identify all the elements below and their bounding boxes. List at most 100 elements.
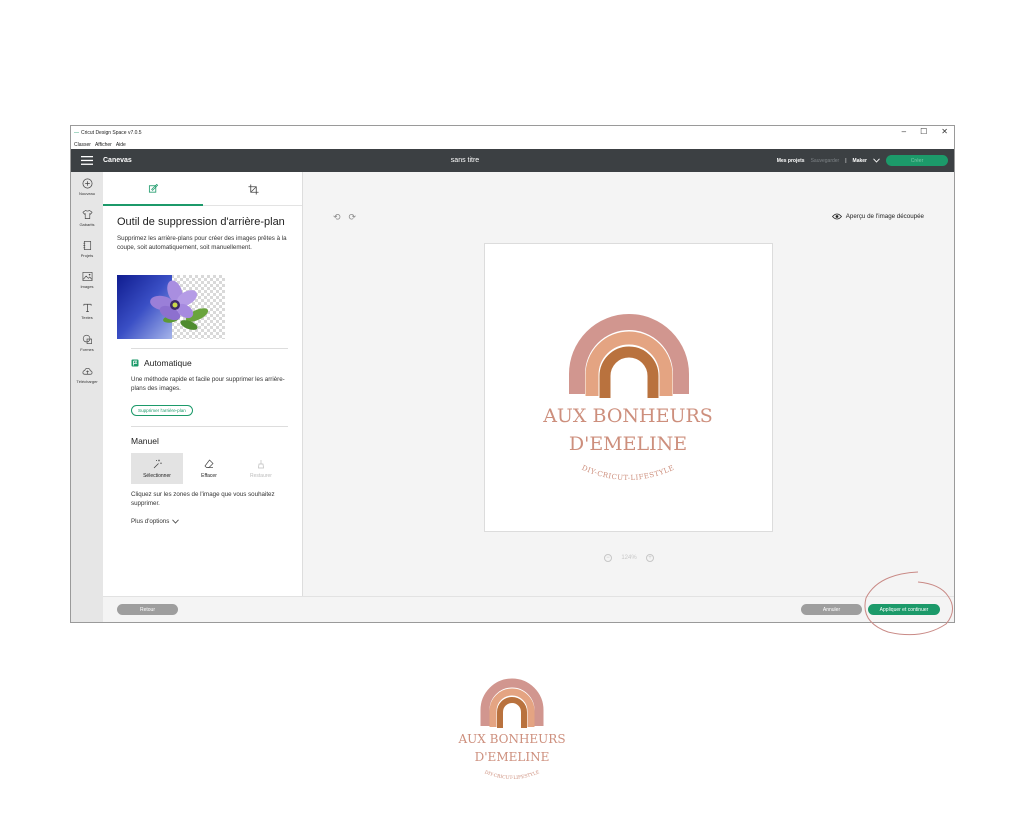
bottom-action-bar: Retour Annuler Appliquer et continuer bbox=[103, 596, 954, 622]
plus-icon bbox=[82, 178, 92, 189]
brand-logo-line2: D'EMELINE bbox=[475, 750, 550, 764]
document-title[interactable]: sans titre bbox=[425, 157, 505, 164]
cancel-button[interactable]: Annuler bbox=[801, 604, 862, 615]
panel-divider bbox=[131, 348, 288, 349]
brand-logo-tagline: DIY-CRICUT-LIFESTYLE bbox=[484, 769, 541, 781]
erase-tool-button[interactable]: Effacer bbox=[183, 453, 235, 484]
logo-image: AUX BONHEURS D'EMELINE DIY-CRICUT-LIFEST… bbox=[542, 314, 713, 482]
more-options-label: Plus d'options bbox=[131, 518, 170, 525]
panel-description: Supprimez les arrière-plans pour créer d… bbox=[117, 235, 287, 251]
rail-label: Nouveau bbox=[78, 191, 95, 196]
manual-tools: Sélectionner Effacer Restaurer bbox=[131, 453, 288, 484]
window-title: Cricut Design Space v7.0.5 bbox=[81, 130, 142, 136]
zoom-in-button[interactable]: + bbox=[645, 554, 654, 562]
shapes-icon bbox=[82, 334, 92, 344]
zoom-level: 124% bbox=[621, 555, 637, 561]
app-logo-icon: — bbox=[74, 130, 79, 136]
preview-link-label: Aperçu de l'image découpée bbox=[845, 213, 924, 220]
text-icon bbox=[82, 303, 92, 312]
maximize-button[interactable]: ☐ bbox=[920, 127, 927, 136]
machine-select[interactable]: Maker bbox=[853, 158, 867, 164]
app-header: Canevas sans titre Mes projets Sauvegard… bbox=[71, 149, 954, 172]
shirt-icon bbox=[81, 209, 93, 219]
redo-icon[interactable]: ⟳ bbox=[349, 212, 357, 223]
tool-label: Restaurer bbox=[250, 472, 272, 479]
more-options-toggle[interactable]: Plus d'options bbox=[131, 518, 180, 525]
back-button[interactable]: Retour bbox=[117, 604, 178, 615]
restore-tool-button[interactable]: Restaurer bbox=[235, 453, 287, 484]
tool-label: Sélectionner bbox=[143, 472, 171, 479]
manual-description: Cliquez sur les zones de l'image que vou… bbox=[131, 491, 275, 507]
menu-aide[interactable]: Aide bbox=[116, 142, 126, 148]
rail-item-images[interactable]: Images bbox=[71, 271, 103, 289]
rail-item-upload[interactable]: Télécharger bbox=[71, 366, 103, 384]
rail-label: Formes bbox=[80, 347, 94, 352]
flag-icon bbox=[131, 359, 139, 367]
tab-background-remover[interactable] bbox=[103, 172, 203, 206]
rail-item-text[interactable]: Textes bbox=[71, 302, 103, 320]
projects-icon bbox=[82, 241, 91, 250]
automatic-label: Automatique bbox=[144, 358, 192, 368]
window-controls: – ☐ ✕ bbox=[902, 127, 948, 136]
panel-title: Outil de suppression d'arrière-plan bbox=[117, 216, 285, 228]
save-link[interactable]: Sauvegarder bbox=[811, 158, 840, 164]
close-button[interactable]: ✕ bbox=[941, 127, 948, 136]
restore-brush-icon bbox=[258, 459, 264, 468]
eye-icon bbox=[831, 213, 842, 220]
section-title: Canevas bbox=[103, 157, 132, 164]
chevron-down-icon bbox=[172, 519, 180, 524]
rail-label: Textes bbox=[81, 315, 93, 320]
brand-logo: AUX BONHEURS D'EMELINE DIY-CRICUT-LIFEST… bbox=[457, 678, 566, 781]
rail-label: Projets bbox=[80, 253, 94, 258]
left-toolbar: Nouveau Gabarits Projets Images Textes F… bbox=[71, 172, 103, 622]
tool-label: Effacer bbox=[201, 472, 217, 479]
rail-item-new[interactable]: Nouveau bbox=[71, 178, 103, 196]
panel-tabs bbox=[103, 172, 302, 206]
header-separator: | bbox=[845, 157, 847, 164]
select-tool-button[interactable]: Sélectionner bbox=[131, 453, 183, 484]
logo-line1: AUX BONHEURS bbox=[542, 405, 713, 427]
header-actions: Mes projets Sauvegarder | Maker Créer bbox=[777, 155, 948, 166]
create-button[interactable]: Créer bbox=[886, 155, 948, 166]
panel-divider bbox=[131, 426, 288, 427]
magic-wand-icon bbox=[153, 459, 162, 468]
automatic-description: Une méthode rapide et facile pour suppri… bbox=[131, 376, 285, 392]
brand-logo-line1: AUX BONHEURS bbox=[457, 732, 565, 746]
rail-item-templates[interactable]: Gabarits bbox=[71, 209, 103, 227]
eraser-icon bbox=[204, 458, 214, 468]
tab-crop[interactable] bbox=[203, 172, 303, 206]
automatic-section-title: Automatique bbox=[131, 358, 192, 368]
zoom-out-button[interactable]: − bbox=[604, 554, 612, 562]
upload-icon bbox=[82, 367, 92, 375]
hamburger-menu-icon[interactable] bbox=[71, 156, 103, 165]
crop-icon bbox=[247, 183, 259, 195]
image-artboard[interactable]: AUX BONHEURS D'EMELINE DIY-CRICUT-LIFEST… bbox=[484, 243, 773, 532]
window-titlebar: — Cricut Design Space v7.0.5 – ☐ ✕ bbox=[71, 126, 954, 140]
manual-section-title: Manuel bbox=[131, 436, 159, 446]
logo-line2: D'EMELINE bbox=[569, 433, 687, 455]
rail-label: Images bbox=[80, 284, 94, 289]
rail-label: Télécharger bbox=[76, 379, 98, 384]
minimize-button[interactable]: – bbox=[902, 127, 906, 136]
image-icon bbox=[82, 272, 92, 281]
zoom-control: − 124% + bbox=[604, 552, 654, 564]
menu-classer[interactable]: Classer bbox=[74, 142, 91, 148]
eraser-edit-icon bbox=[148, 183, 158, 193]
menubar: Classer Afficher Aide bbox=[71, 140, 954, 149]
background-remover-panel: Outil de suppression d'arrière-plan Supp… bbox=[103, 172, 303, 596]
logo-tagline: DIY-CRICUT-LIFESTYLE bbox=[580, 464, 675, 482]
undo-redo: ⟲ ⟳ bbox=[333, 212, 356, 223]
remove-background-button[interactable]: Supprimer l'arrière-plan bbox=[131, 405, 193, 416]
chevron-down-icon[interactable] bbox=[873, 158, 880, 163]
rail-item-shapes[interactable]: Formes bbox=[71, 334, 103, 352]
undo-icon[interactable]: ⟲ bbox=[333, 212, 341, 223]
rail-label: Gabarits bbox=[79, 222, 95, 227]
menu-afficher[interactable]: Afficher bbox=[95, 142, 112, 148]
example-flower-image bbox=[117, 275, 225, 339]
machine-label: Maker bbox=[852, 157, 867, 164]
app-window: — Cricut Design Space v7.0.5 – ☐ ✕ Class… bbox=[70, 125, 955, 623]
apply-continue-button[interactable]: Appliquer et continuer bbox=[868, 604, 940, 615]
preview-cut-image-toggle[interactable]: Aperçu de l'image découpée bbox=[831, 213, 924, 220]
my-projects-link[interactable]: Mes projets bbox=[777, 158, 805, 164]
rail-item-projects[interactable]: Projets bbox=[71, 240, 103, 258]
